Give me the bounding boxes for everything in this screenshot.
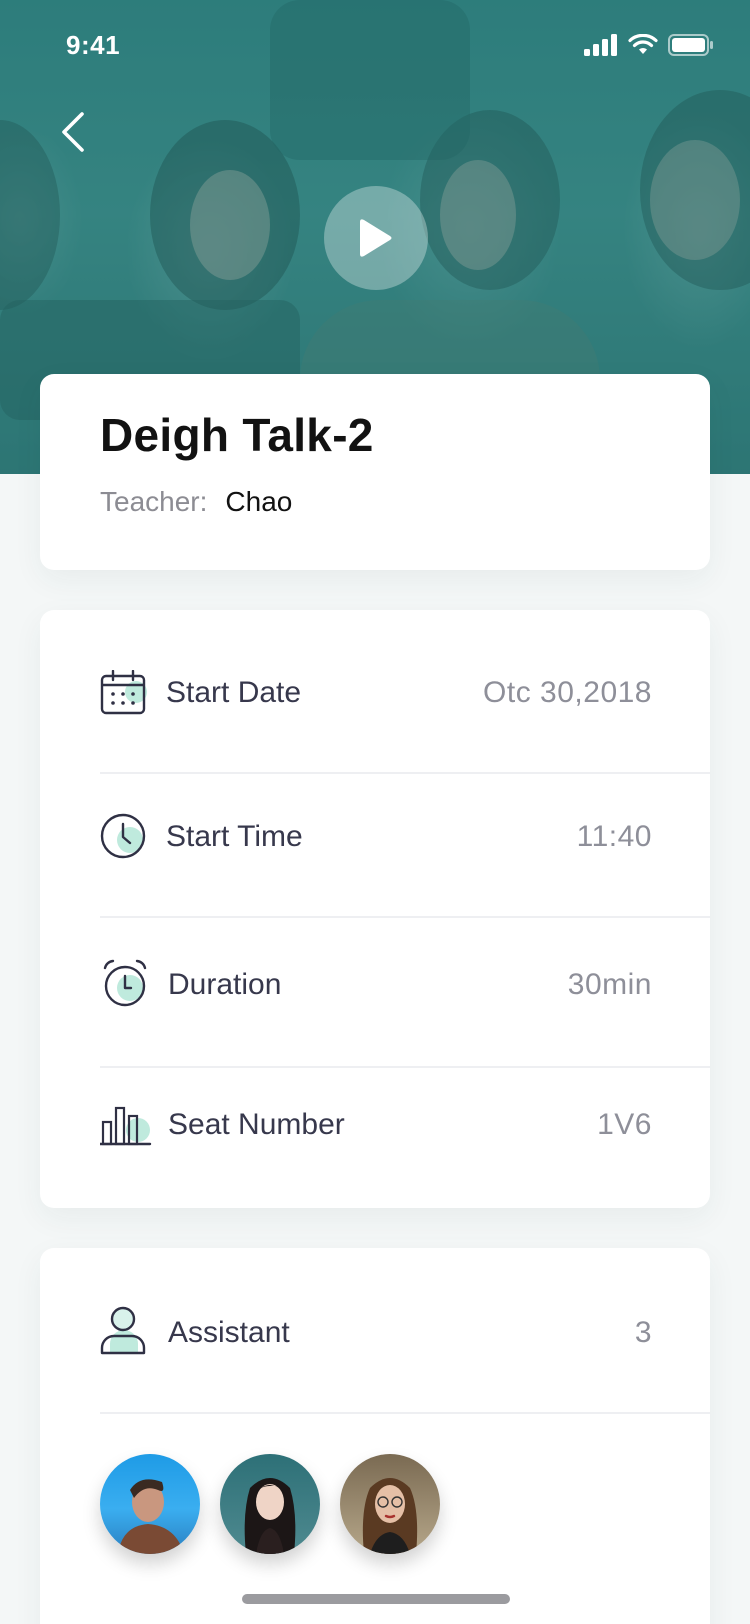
bar-chart-icon (100, 1106, 152, 1146)
teacher-row: Teacher: Chao (100, 486, 292, 518)
detail-value: 11:40 (576, 820, 652, 853)
detail-row-start-time: Start Time 11:40 (100, 812, 710, 859)
wifi-icon (628, 34, 658, 54)
chevron-left-icon (62, 112, 84, 152)
home-indicator[interactable] (242, 1594, 510, 1604)
avatar-1[interactable] (100, 1454, 200, 1554)
detail-value: 1V6 (597, 1108, 652, 1141)
status-icons (584, 34, 714, 56)
detail-row-duration: Duration 30min (100, 958, 710, 1008)
avatar-image (362, 1478, 418, 1554)
divider (100, 916, 710, 918)
clock-icon (100, 813, 146, 859)
course-title-card: Deigh Talk-2 Teacher: Chao (40, 374, 710, 570)
detail-value: 30min (567, 968, 652, 1001)
detail-row-seat-number: Seat Number 1V6 (100, 1104, 710, 1148)
detail-row-start-date: Start Date Otc 30,2018 (100, 670, 710, 715)
detail-label: Duration (168, 968, 282, 1001)
assistant-label: Assistant (168, 1316, 290, 1349)
assistant-row[interactable]: Assistant 3 (100, 1306, 710, 1356)
course-details-card: Start Date Otc 30,2018 Start Time 11:40 … (40, 610, 710, 1208)
detail-label: Start Date (166, 676, 302, 709)
detail-label: Start Time (166, 820, 303, 853)
assistant-card: Assistant 3 (40, 1248, 710, 1624)
detail-label: Seat Number (168, 1108, 345, 1141)
detail-value: Otc 30,2018 (483, 676, 652, 709)
play-button[interactable] (324, 186, 428, 290)
person-icon (100, 1306, 146, 1355)
divider (100, 1412, 710, 1414)
calendar-icon (100, 670, 147, 715)
back-button[interactable] (54, 106, 94, 156)
divider (100, 1066, 710, 1068)
divider (100, 772, 710, 774)
signal-icon (584, 34, 617, 56)
teacher-name: Chao (225, 486, 293, 517)
status-time: 9:41 (66, 30, 121, 60)
battery-icon (668, 34, 713, 56)
avatar-2[interactable] (220, 1454, 320, 1554)
avatar-image (244, 1478, 296, 1554)
assistant-count: 3 (634, 1316, 652, 1349)
avatar-image (118, 1479, 184, 1554)
play-icon (360, 219, 392, 257)
teacher-label: Teacher: (100, 486, 208, 517)
alarm-clock-icon (103, 959, 147, 1007)
course-title: Deigh Talk-2 (100, 409, 374, 461)
status-bar: 9:41 (0, 0, 750, 96)
avatar-3[interactable] (340, 1454, 440, 1554)
